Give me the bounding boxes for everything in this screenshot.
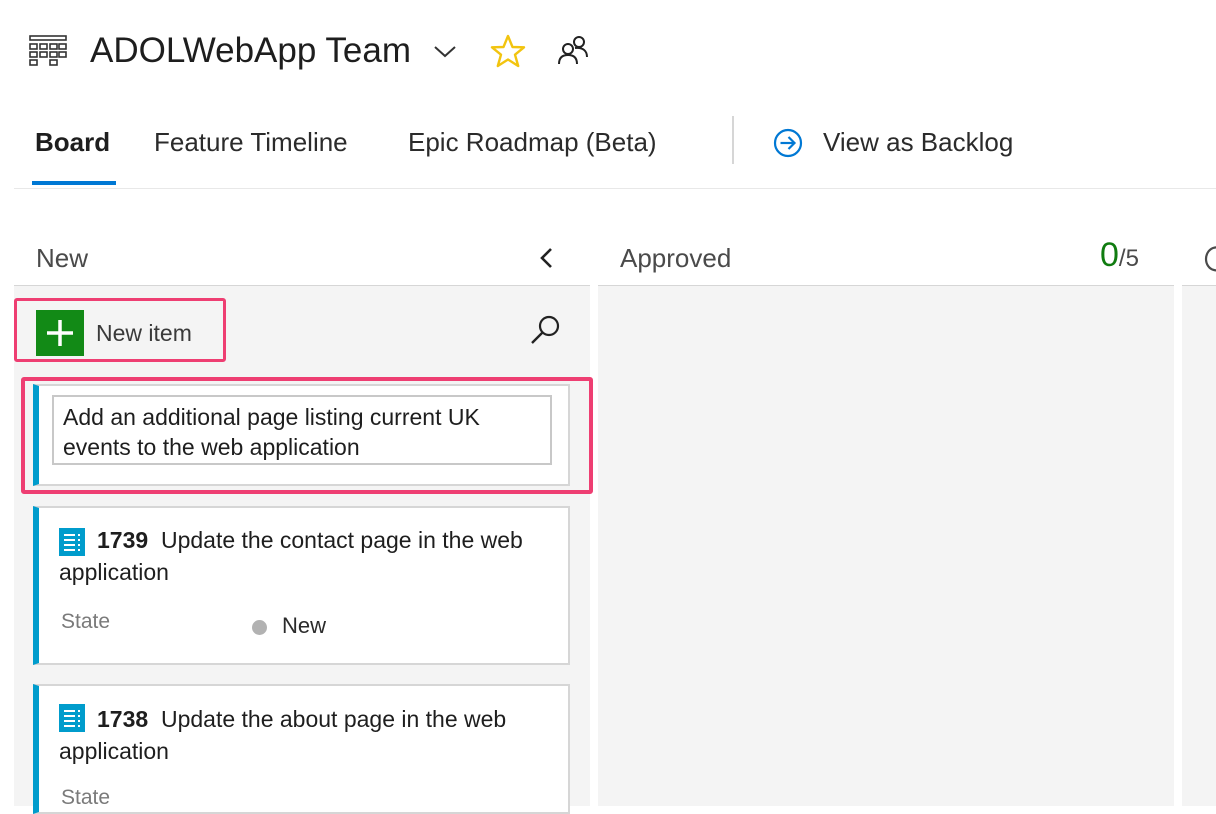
card-id: 1738 (97, 706, 149, 732)
work-item-card[interactable]: 1739 Update the contact page in the web … (33, 506, 570, 665)
next-column-title-glyph (1204, 246, 1216, 272)
board-icon (29, 35, 67, 66)
state-label: State (61, 786, 111, 809)
tab-epic-roadmap[interactable]: Epic Roadmap (Beta) (408, 124, 657, 160)
wip-limit-value: /5 (1118, 245, 1139, 272)
state-value[interactable]: New (282, 612, 326, 640)
card-title-line: 1739 Update the contact page in the web … (59, 524, 539, 588)
tabs-divider (732, 116, 734, 164)
wip-current-count: 0 (1100, 236, 1119, 274)
tabs-separator (14, 188, 1216, 189)
collapse-column-icon[interactable] (534, 244, 560, 272)
arrow-circle-right-icon[interactable] (772, 127, 804, 159)
card-id: 1739 (97, 527, 149, 553)
team-header: ADOLWebApp Team (0, 0, 1216, 100)
search-icon[interactable] (528, 312, 564, 348)
column-title-approved: Approved (620, 243, 732, 273)
state-indicator-dot (252, 620, 267, 635)
next-column-title-clip (1204, 244, 1216, 274)
tab-board[interactable]: Board (35, 124, 110, 160)
column-approved (598, 286, 1174, 806)
column-title-new: New (36, 243, 89, 273)
favorite-star-icon[interactable] (490, 34, 526, 68)
card-title-line: 1738 Update the about page in the web ap… (59, 703, 559, 767)
team-members-icon[interactable] (556, 34, 592, 68)
column-next (1182, 286, 1216, 806)
active-tab-indicator (32, 181, 116, 185)
new-item-highlight (14, 298, 226, 362)
state-label: State (61, 610, 111, 633)
wip-limit: 0/5 (1100, 236, 1139, 275)
chevron-down-icon[interactable] (432, 40, 458, 62)
editing-card-highlight (21, 377, 593, 494)
tab-feature-timeline[interactable]: Feature Timeline (154, 124, 348, 160)
view-as-backlog-link[interactable]: View as Backlog (823, 124, 1013, 160)
work-item-card[interactable]: 1738 Update the about page in the web ap… (33, 684, 570, 814)
team-title[interactable]: ADOLWebApp Team (90, 28, 411, 74)
